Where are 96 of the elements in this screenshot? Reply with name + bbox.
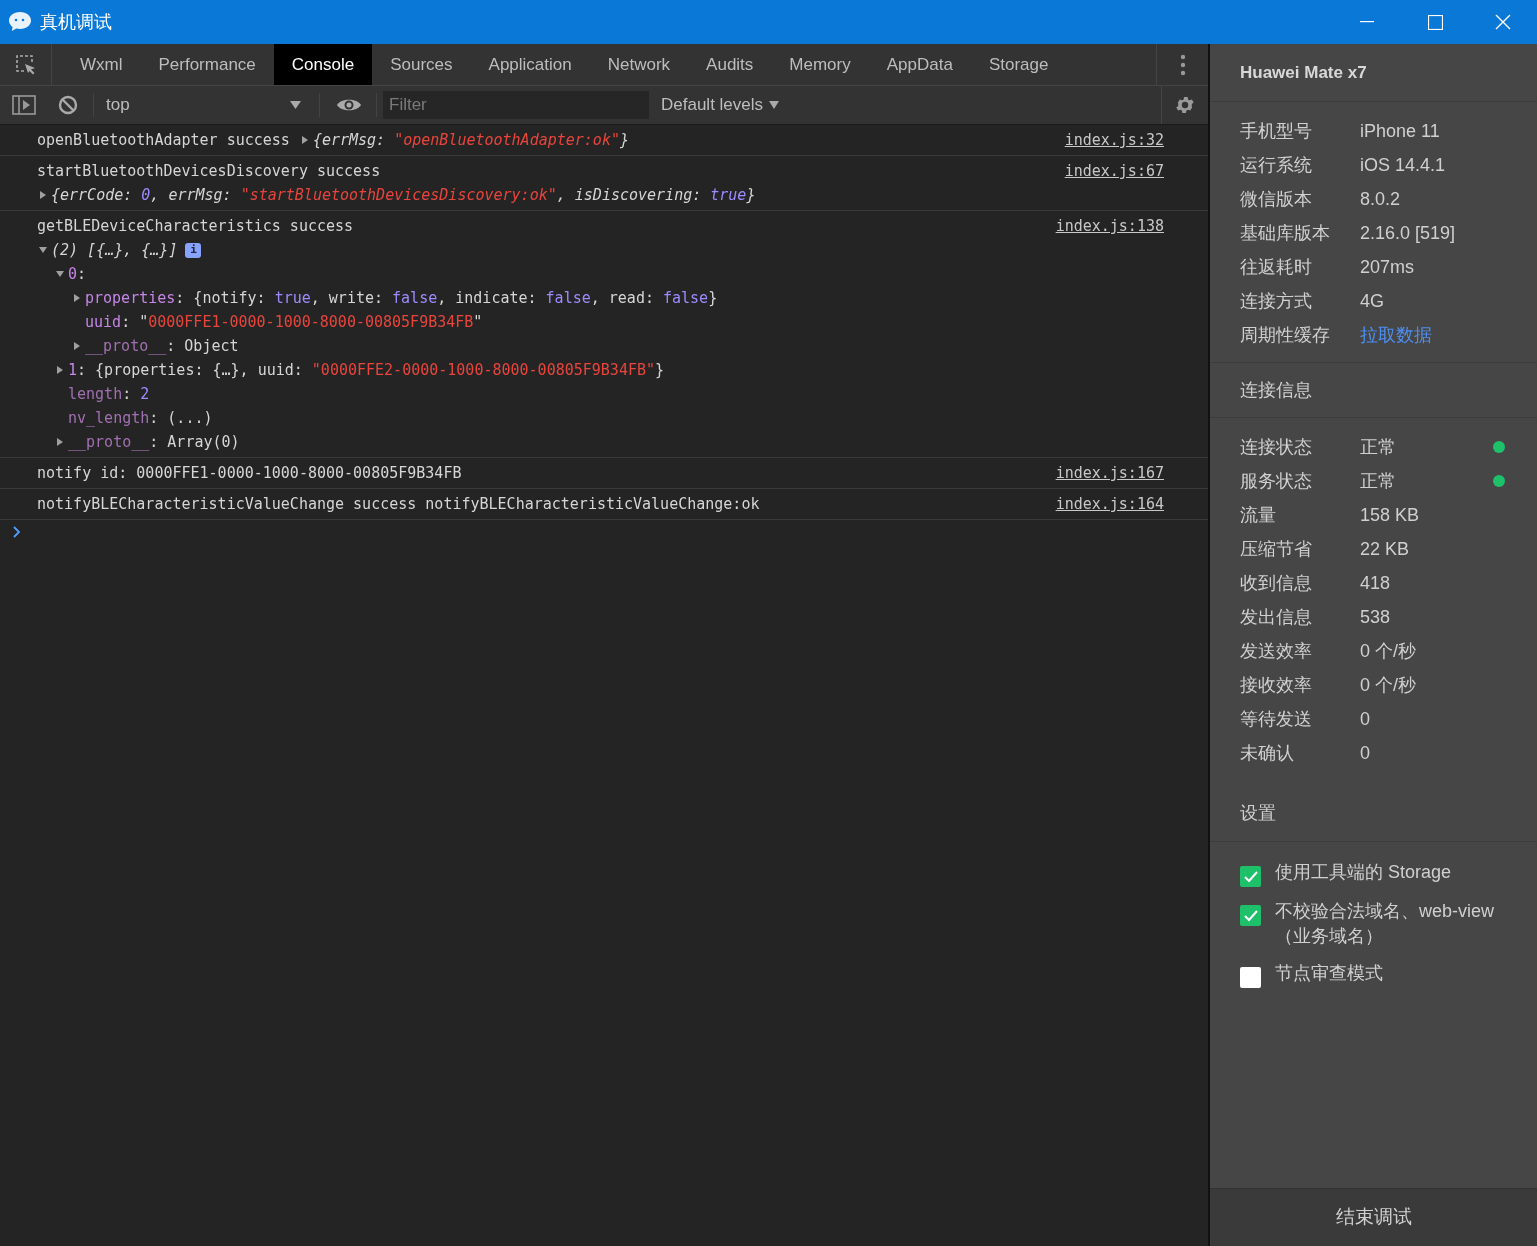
status-value: 538 (1360, 605, 1392, 629)
status-label: 发送效率 (1240, 639, 1313, 663)
source-link[interactable]: index.js:67 (1064, 159, 1164, 183)
source-link[interactable]: index.js:164 (1055, 492, 1164, 516)
console-text: properties: {notify: true, write: false, indicate: false, read: false} (85, 287, 718, 309)
context-select[interactable]: top (106, 92, 301, 118)
console-text: __proto__: Object (85, 335, 239, 357)
console-text: __proto__: Array(0) (68, 431, 240, 453)
source-link[interactable]: index.js:138 (1055, 214, 1164, 238)
dropdown-caret-icon (290, 101, 301, 109)
console-text: notifyBLECharacteristicValueChange success notifyBLECharacteristicValueChange:ok (37, 493, 760, 515)
status-value: 0 个/秒 (1360, 673, 1417, 697)
console-text: {errCode: 0, errMsg: "startBluetoothDevicesDiscovery:ok", isDiscovering: true} (51, 184, 756, 206)
devtools-tab[interactable]: Audits (688, 44, 772, 85)
clear-console-icon (58, 95, 78, 115)
status-label: 流量 (1240, 503, 1277, 527)
levels-dropdown[interactable]: Default levels (661, 92, 780, 118)
status-label: 接收效率 (1240, 673, 1313, 697)
checkbox[interactable] (1240, 967, 1261, 988)
option-label: 不校验合法域名、web-view（业务域名） (1275, 900, 1495, 948)
filter-field[interactable]: Filter (383, 91, 649, 119)
info-label: 运行系统 (1240, 153, 1313, 177)
checkmark-icon (1243, 870, 1258, 883)
eye-icon[interactable] (336, 97, 362, 113)
checkmark-icon (1243, 909, 1258, 922)
clear-console-button[interactable] (57, 94, 79, 116)
info-label: 基础库版本 (1240, 221, 1331, 245)
devtools-tab[interactable]: Network (589, 44, 689, 85)
dropdown-caret-icon (769, 101, 780, 109)
status-label: 服务状态 (1240, 469, 1313, 493)
console-text: (2) [{…}, {…}] (51, 239, 178, 261)
info-label: 连接方式 (1240, 289, 1313, 313)
info-value: 2.16.0 [519] (1360, 221, 1456, 245)
end-debug-button[interactable]: 结束调试 (1210, 1188, 1537, 1246)
console-text: openBluetoothAdapter success (37, 129, 291, 151)
devtools-tab[interactable]: Performance (140, 44, 274, 85)
console-text: nv_length: (...) (68, 407, 213, 429)
status-label: 压缩节省 (1240, 537, 1313, 561)
console-text: notify id: 0000FFE1-0000-1000-8000-00805F9B34FB (37, 462, 462, 484)
status-value: 0 (1360, 707, 1371, 731)
status-value: 正常 (1360, 469, 1397, 493)
device-name: Huawei Mate x7 (1240, 61, 1367, 84)
info-value: 4G (1360, 289, 1384, 313)
console-text: 0: (68, 263, 87, 285)
info-label: 微信版本 (1240, 187, 1313, 211)
info-value: 207ms (1360, 255, 1415, 279)
status-value: 正常 (1360, 435, 1397, 459)
status-label: 未确认 (1240, 741, 1295, 765)
info-label: 周期性缓存 (1240, 323, 1331, 347)
window-title: 真机调试 (40, 10, 112, 34)
status-value: 418 (1360, 571, 1392, 595)
devtools-tab[interactable]: Memory (771, 44, 869, 85)
cursor-select-icon (14, 53, 37, 76)
console-text: getBLEDeviceCharacteristics success (37, 215, 354, 237)
maximize-icon (1427, 14, 1443, 30)
status-label: 收到信息 (1240, 571, 1313, 595)
console-text: uuid: "0000FFE1-0000-1000-8000-00805F9B34FB" (85, 311, 483, 333)
info-value: 8.0.2 (1360, 187, 1401, 211)
devtools-tab[interactable]: Storage (970, 44, 1067, 85)
info-value: iPhone 11 (1360, 119, 1440, 143)
devtools-tab[interactable]: Sources (372, 44, 471, 85)
checkbox[interactable] (1240, 866, 1261, 887)
console-text: 1: {properties: {…}, uuid: "0000FFE2-0000-1000-8000-00805F9B34FB"} (68, 359, 665, 381)
status-label: 连接状态 (1240, 435, 1313, 459)
settings-icon[interactable] (1174, 94, 1196, 116)
info-value: iOS 14.4.1 (1360, 153, 1446, 177)
section-title: 连接信息 (1240, 378, 1312, 402)
devtools-tab[interactable]: Wxml (62, 44, 141, 85)
devtools-tab[interactable]: AppData (868, 44, 971, 85)
info-label: 手机型号 (1240, 119, 1313, 143)
info-badge: i (185, 242, 202, 258)
console-text: startBluetoothDevicesDiscovery success (37, 160, 381, 182)
chat-bubble-icon (8, 11, 32, 33)
minimize-icon (1360, 21, 1374, 23)
status-value: 158 KB (1360, 503, 1421, 527)
prompt-chevron-icon (12, 526, 22, 538)
status-value: 0 (1360, 741, 1371, 765)
status-value: 22 KB (1360, 537, 1411, 561)
section-title: 设置 (1240, 802, 1276, 825)
console-text: {errMsg: "openBluetoothAdapter:ok"} (312, 129, 629, 151)
option-label: 节点审查模式 (1275, 962, 1384, 985)
sidebar-panel-icon (12, 95, 36, 115)
checkbox[interactable] (1240, 905, 1261, 926)
info-label: 往返耗时 (1240, 255, 1313, 279)
close-icon (1495, 14, 1511, 30)
devtools-tab[interactable]: Console (273, 44, 373, 85)
option-label: 使用工具端的 Storage (1275, 861, 1453, 884)
source-link[interactable]: index.js:167 (1055, 461, 1164, 485)
status-value: 0 个/秒 (1360, 639, 1417, 663)
more-options-icon (1179, 53, 1186, 76)
source-link[interactable]: index.js:32 (1064, 128, 1164, 152)
status-label: 发出信息 (1240, 605, 1313, 629)
devtools-tab[interactable]: Application (470, 44, 590, 85)
sidebar-toggle-button[interactable] (11, 93, 37, 117)
status-label: 等待发送 (1240, 707, 1313, 731)
console-text: length: 2 (68, 383, 150, 405)
